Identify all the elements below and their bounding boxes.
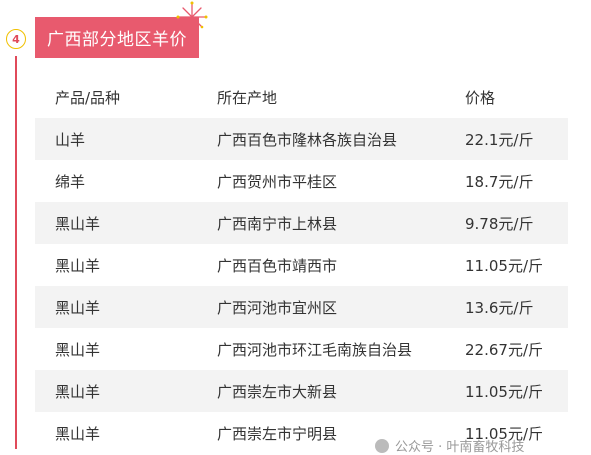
table-row: 黑山羊 广西南宁市上林县 9.78元/斤 [35,202,568,244]
timeline-line [15,56,17,449]
cell-price: 13.6元/斤 [465,298,534,317]
watermark-text: 公众号 · 叶南畜牧科技 [395,440,525,455]
cell-product: 黑山羊 [55,214,101,233]
cell-origin: 广西河池市宜州区 [217,298,338,317]
header-price: 价格 [465,88,496,107]
cell-origin: 广西百色市靖西市 [217,256,338,275]
cell-price: 11.05元/斤 [465,382,543,401]
table-row: 绵羊 广西贺州市平桂区 18.7元/斤 [35,160,568,202]
price-table: 产品/品种 所在产地 价格 山羊 广西百色市隆林各族自治县 22.1元/斤 绵羊… [35,76,568,454]
table-row: 黑山羊 广西河池市环江毛南族自治县 22.67元/斤 [35,328,568,370]
cell-origin: 广西南宁市上林县 [217,214,338,233]
table-row: 黑山羊 广西百色市靖西市 11.05元/斤 [35,244,568,286]
firework-icon [176,1,208,29]
cell-product: 山羊 [55,130,86,149]
header-product: 产品/品种 [55,88,121,107]
table-row: 山羊 广西百色市隆林各族自治县 22.1元/斤 [35,118,568,160]
wechat-icon [375,438,389,453]
cell-product: 黑山羊 [55,256,101,275]
table-header: 产品/品种 所在产地 价格 [35,76,568,118]
section-title-text: 广西部分地区羊价 [47,30,187,50]
cell-origin: 广西百色市隆林各族自治县 [217,130,398,149]
cell-price: 9.78元/斤 [465,214,534,233]
cell-price: 22.67元/斤 [465,340,543,359]
cell-price: 11.05元/斤 [465,256,543,275]
cell-origin: 广西河池市环江毛南族自治县 [217,340,413,359]
cell-product: 黑山羊 [55,382,101,401]
cell-product: 黑山羊 [55,424,101,443]
section-number-badge: 4 [6,29,26,49]
cell-origin: 广西崇左市大新县 [217,382,338,401]
cell-product: 绵羊 [55,172,86,191]
cell-price: 22.1元/斤 [465,130,534,149]
cell-price: 18.7元/斤 [465,172,534,191]
table-row: 黑山羊 广西河池市宜州区 13.6元/斤 [35,286,568,328]
header-origin: 所在产地 [217,88,278,107]
cell-product: 黑山羊 [55,340,101,359]
cell-product: 黑山羊 [55,298,101,317]
table-row: 黑山羊 广西崇左市大新县 11.05元/斤 [35,370,568,412]
watermark: 公众号 · 叶南畜牧科技 [375,436,524,455]
cell-origin: 广西贺州市平桂区 [217,172,338,191]
table-body: 山羊 广西百色市隆林各族自治县 22.1元/斤 绵羊 广西贺州市平桂区 18.7… [35,118,568,454]
